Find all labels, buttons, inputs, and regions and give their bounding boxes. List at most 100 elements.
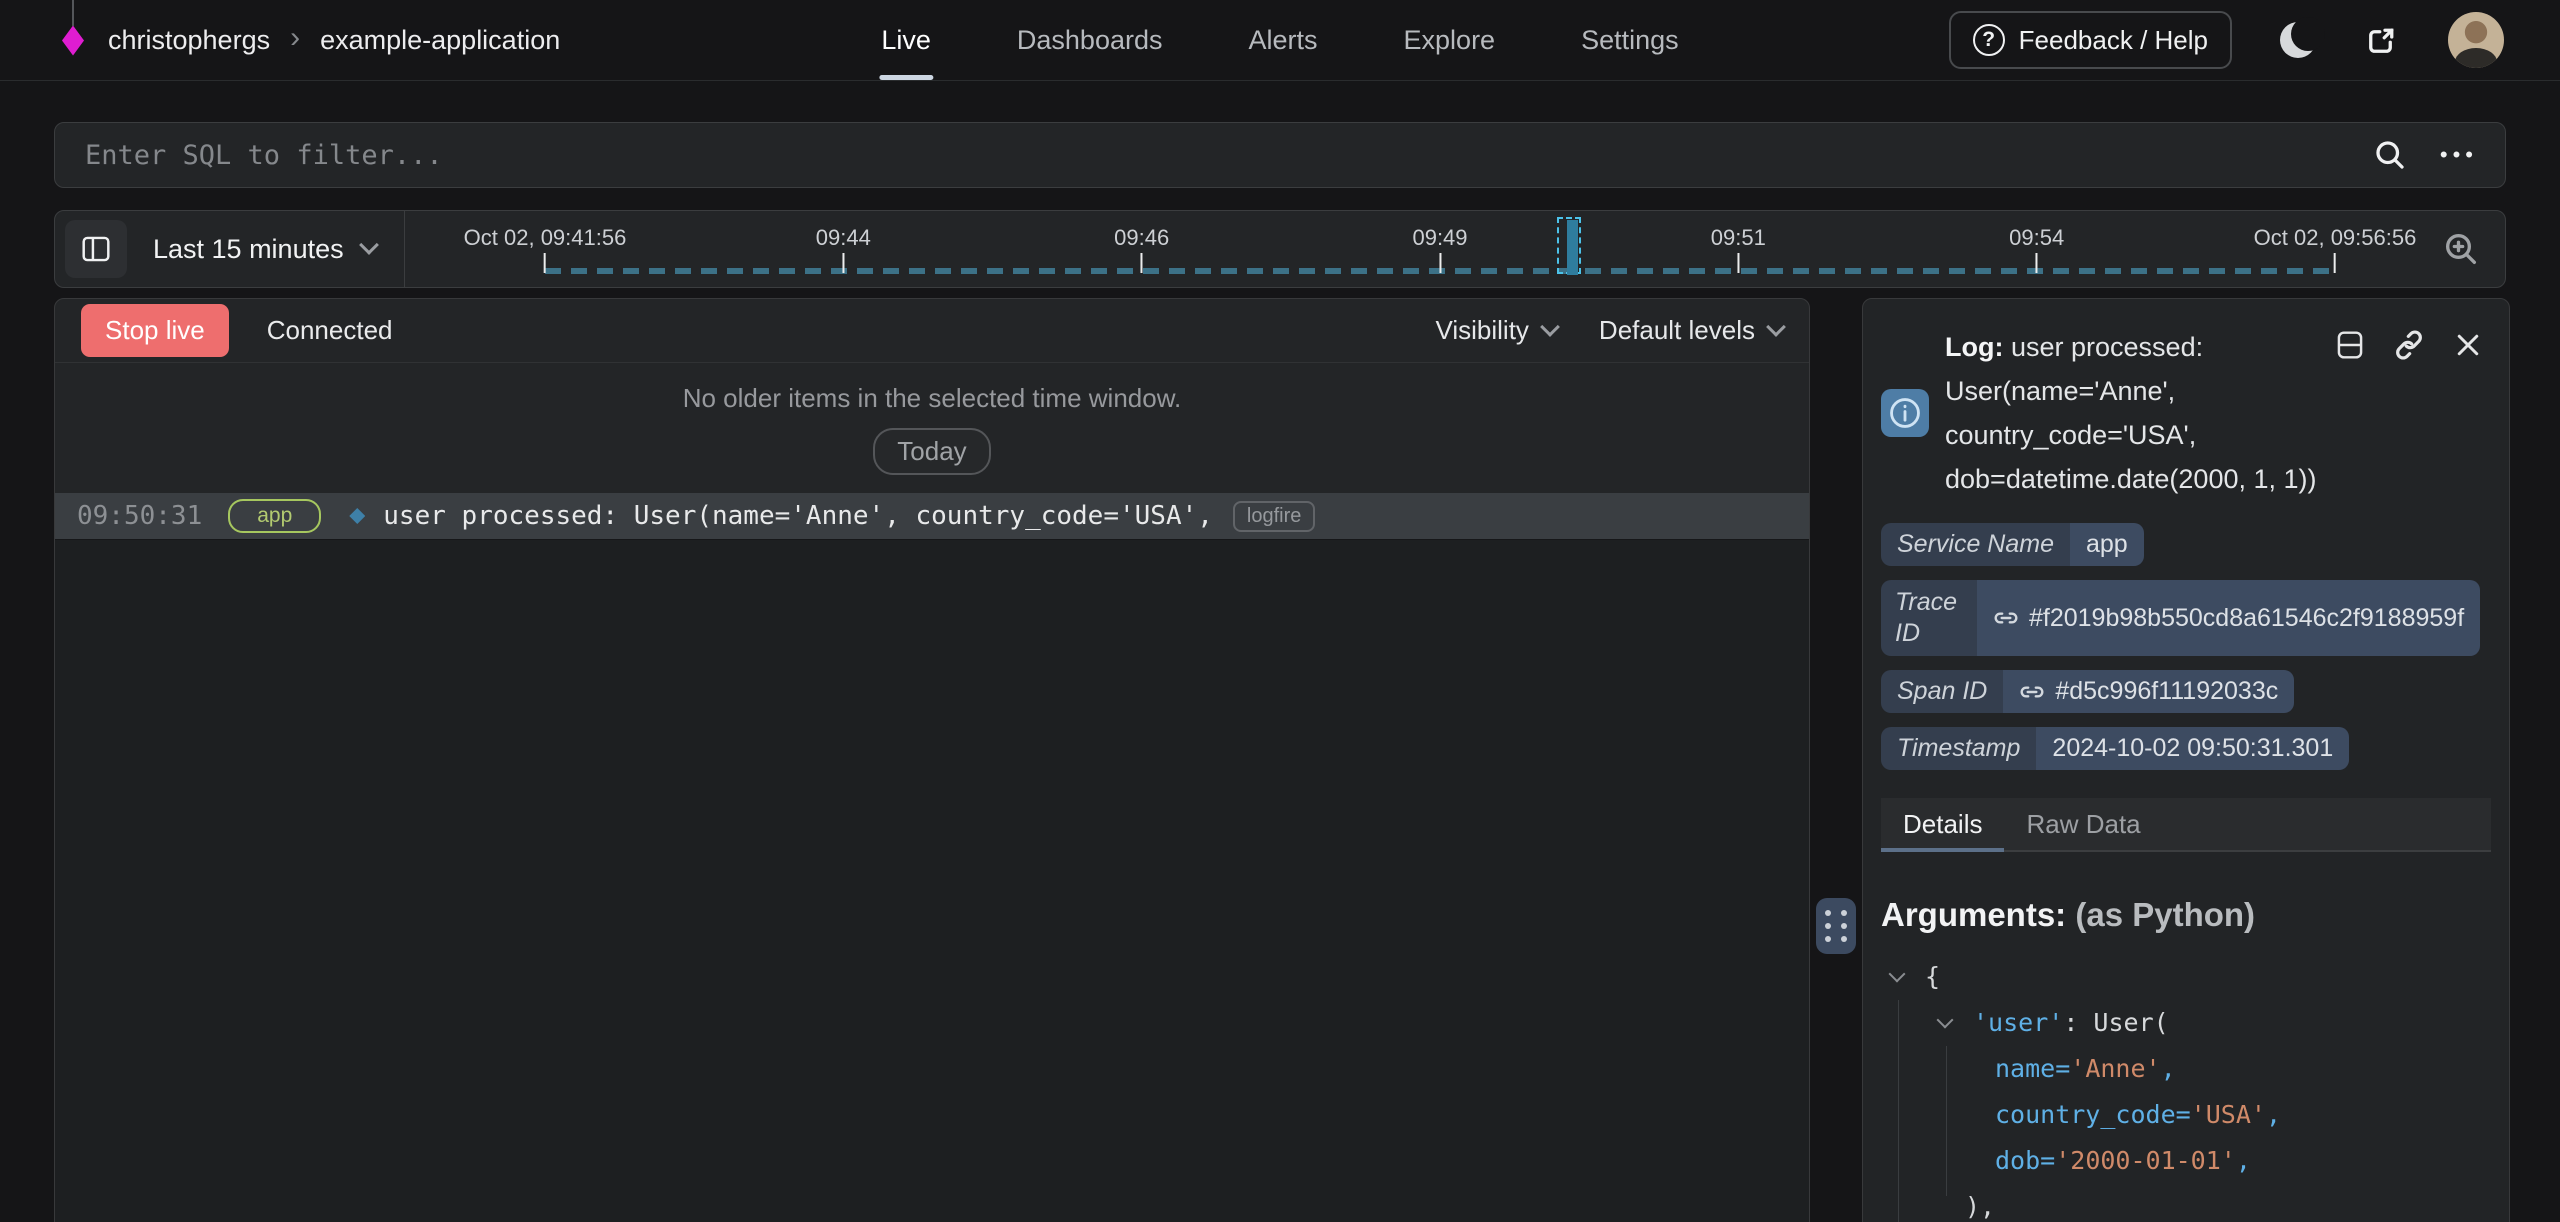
timeline-tick-mark [544, 253, 546, 273]
timeline-tick: 09:54 [2009, 211, 2064, 273]
timeline-tick-label: 09:46 [1114, 225, 1169, 251]
feedback-help-label: Feedback / Help [2019, 25, 2208, 56]
search-icon[interactable] [2372, 137, 2408, 173]
info-level-icon [1881, 389, 1929, 437]
empty-window-notice: No older items in the selected time wind… [683, 383, 1182, 414]
nav-tab-alerts[interactable]: Alerts [1248, 0, 1317, 80]
list-notice: No older items in the selected time wind… [55, 363, 1809, 475]
attribute-pills: Service Nameapp Trace ID #f2019b98b550cd8… [1881, 523, 2491, 770]
timeline-tick-label: 09:44 [816, 225, 871, 251]
code-token: : User( [2063, 1008, 2168, 1037]
nav-tab-dashboards[interactable]: Dashboards [1017, 0, 1163, 80]
share-link-icon[interactable] [2364, 22, 2400, 58]
timeline-tick-label: 09:49 [1412, 225, 1467, 251]
timeline-tick: 09:44 [816, 211, 871, 273]
collapse-chevron-icon[interactable] [1889, 966, 1906, 983]
log-message: user processed: User(name='Anne', countr… [383, 501, 1213, 531]
collapse-chevron-icon[interactable] [1937, 1012, 1954, 1029]
service-name-badge[interactable]: app [228, 499, 321, 533]
code-token: ), [1965, 1192, 1995, 1221]
panel-gap [1810, 298, 1862, 1222]
logo-tail [72, 0, 74, 26]
filter-more-menu[interactable]: ••• [2440, 142, 2478, 168]
breadcrumb: christophergs › example-application [58, 0, 560, 81]
timeline-tick-mark [842, 253, 844, 273]
detail-tab-details[interactable]: Details [1881, 798, 2004, 850]
attribute-label: Span ID [1881, 670, 2003, 713]
attribute-pill-span-id[interactable]: Span ID #d5c996f11192033c [1881, 670, 2294, 713]
timeline-tick: 09:46 [1114, 211, 1169, 273]
timeline-tick-mark [1737, 253, 1739, 273]
detail-header: Log: user processed: User(name='Anne', c… [1881, 325, 2491, 501]
chevron-down-icon [1540, 317, 1560, 337]
visibility-dropdown[interactable]: Visibility [1435, 315, 1556, 346]
arguments-heading: Arguments: (as Python) [1881, 896, 2491, 934]
detail-tabs: DetailsRaw Data [1881, 798, 2491, 852]
timeline-tick-label: Oct 02, 09:41:56 [464, 225, 627, 251]
code-line: dob='2000-01-01', [1881, 1138, 2491, 1184]
arguments-code-block: {'user': User(name='Anne',country_code='… [1881, 954, 2491, 1222]
logfire-logo[interactable] [58, 0, 88, 81]
timeline-tick: 09:49 [1412, 211, 1467, 273]
timeline-track[interactable]: Oct 02, 09:41:5609:4409:4609:4909:5109:5… [545, 211, 2335, 287]
timeline-selected-spike[interactable] [1557, 217, 1581, 274]
scope-badge[interactable]: logfire [1233, 501, 1315, 532]
attribute-value-text: #d5c996f11192033c [2055, 677, 2278, 706]
breadcrumb-project[interactable]: example-application [320, 25, 560, 56]
feedback-help-button[interactable]: ? Feedback / Help [1949, 11, 2232, 69]
sidebar-toggle-button[interactable] [65, 220, 127, 278]
code-token: 'USA' [2191, 1100, 2266, 1129]
attribute-pill-trace-id[interactable]: Trace ID #f2019b98b550cd8a61546c2f918895… [1881, 580, 2480, 656]
code-token: , [2266, 1100, 2281, 1129]
code-line: country_code='USA', [1881, 1092, 2491, 1138]
split-view-icon[interactable] [2335, 329, 2365, 361]
timeline-tick-mark [2036, 253, 2038, 273]
timeline-bar: Last 15 minutes Oct 02, 09:41:56 09:44 09:… [54, 210, 2506, 288]
top-navbar: christophergs › example-application Live… [0, 0, 2560, 81]
attribute-value: app [2070, 523, 2144, 566]
sql-filter-bar: ••• [54, 122, 2506, 188]
dark-mode-toggle-icon[interactable] [2280, 22, 2316, 58]
timeline-tick: Oct 02, 09:56:56 [2254, 211, 2417, 273]
detail-tab-raw-data[interactable]: Raw Data [2004, 798, 2162, 850]
panel-resize-handle[interactable] [1816, 898, 1856, 954]
code-token: '2000-01-01' [2055, 1146, 2236, 1175]
default-levels-dropdown[interactable]: Default levels [1599, 315, 1783, 346]
timeline-tick-mark [1141, 253, 1143, 273]
list-empty-area [55, 539, 1809, 1222]
nav-tab-settings[interactable]: Settings [1581, 0, 1679, 80]
timeline-zoom-in-icon[interactable] [2441, 229, 2481, 269]
stop-live-button[interactable]: Stop live [81, 304, 229, 357]
app-root: christophergs › example-application Live… [0, 0, 2560, 1222]
main-content: Stop live Connected Visibility Default l… [54, 298, 2560, 1222]
code-line: { [1881, 954, 2491, 1000]
attribute-pill-timestamp[interactable]: Timestamp2024-10-02 09:50:31.301 [1881, 727, 2349, 770]
navbar-actions: ? Feedback / Help [1949, 11, 2504, 69]
attribute-label: Trace ID [1881, 580, 1977, 656]
log-row-selected[interactable]: 09:50:31 app user processed: User(name='… [55, 493, 1809, 539]
timeline-tick-mark [1439, 253, 1441, 273]
attribute-value: 2024-10-02 09:50:31.301 [2036, 727, 2349, 770]
arguments-mode: (as Python) [2066, 896, 2255, 933]
time-range-picker[interactable]: Last 15 minutes [153, 234, 376, 265]
timeline-tick-label: 09:51 [1711, 225, 1766, 251]
copy-link-icon[interactable] [2393, 329, 2425, 361]
code-line: ), [1881, 1184, 2491, 1222]
today-button[interactable]: Today [873, 428, 990, 475]
chevron-down-icon [1766, 317, 1786, 337]
log-level-diamond-icon [349, 508, 365, 524]
breadcrumb-separator-icon: › [290, 21, 300, 55]
timeline-spike-bar [1567, 220, 1578, 275]
breadcrumb-org[interactable]: christophergs [108, 25, 270, 56]
code-line: name='Anne', [1881, 1046, 2491, 1092]
nav-tab-explore[interactable]: Explore [1404, 0, 1496, 80]
attribute-value-text: #f2019b98b550cd8a61546c2f9188959f [2029, 604, 2464, 633]
attribute-pill-service-name[interactable]: Service Nameapp [1881, 523, 2144, 566]
main-nav: Live Dashboards Alerts Explore Settings [881, 0, 1678, 80]
chevron-down-icon [359, 235, 379, 255]
code-token: 'Anne' [2070, 1054, 2160, 1083]
nav-tab-live[interactable]: Live [881, 0, 931, 80]
close-icon[interactable] [2453, 330, 2483, 360]
user-avatar[interactable] [2448, 12, 2504, 68]
sql-filter-input[interactable] [54, 122, 2506, 188]
